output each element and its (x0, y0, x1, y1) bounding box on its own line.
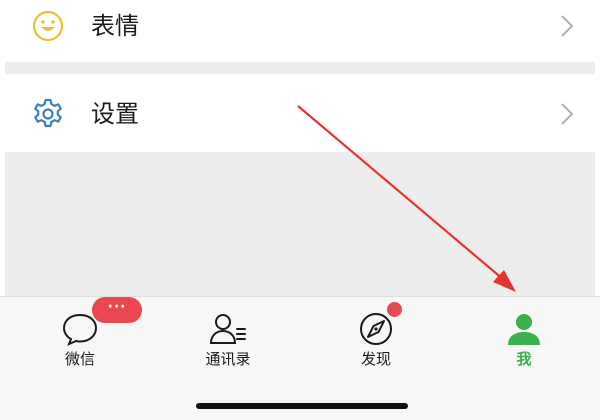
person-icon (508, 314, 540, 345)
wechat-me-screen: 表情 设置 微信 通讯录 发现 我 ··· (0, 0, 600, 420)
chevron-right-icon (561, 103, 574, 125)
bottom-tab-bar: 微信 通讯录 发现 我 (0, 296, 600, 420)
me-menu-list: 表情 设置 (5, 0, 595, 296)
compass-icon (360, 313, 392, 345)
menu-item-stickers[interactable]: 表情 (5, 0, 595, 62)
discover-red-dot (387, 302, 402, 317)
home-indicator[interactable] (196, 403, 408, 409)
chevron-right-icon (561, 15, 574, 37)
menu-item-label: 表情 (91, 12, 139, 40)
menu-item-label: 设置 (91, 100, 139, 128)
badge-text: ··· (107, 299, 127, 315)
menu-item-settings[interactable]: 设置 (5, 74, 595, 152)
chats-unread-badge: ··· (92, 297, 142, 323)
tab-contacts[interactable]: 通讯录 (153, 297, 303, 377)
tab-discover[interactable]: 发现 (301, 297, 451, 377)
contacts-icon (209, 314, 246, 344)
tab-label: 发现 (360, 350, 391, 368)
smiley-face-icon (32, 10, 64, 42)
tab-label: 通讯录 (205, 350, 251, 368)
tab-me[interactable]: 我 (449, 297, 599, 377)
tab-label: 微信 (64, 350, 95, 368)
tab-label: 我 (516, 350, 532, 368)
gear-icon (34, 98, 62, 128)
